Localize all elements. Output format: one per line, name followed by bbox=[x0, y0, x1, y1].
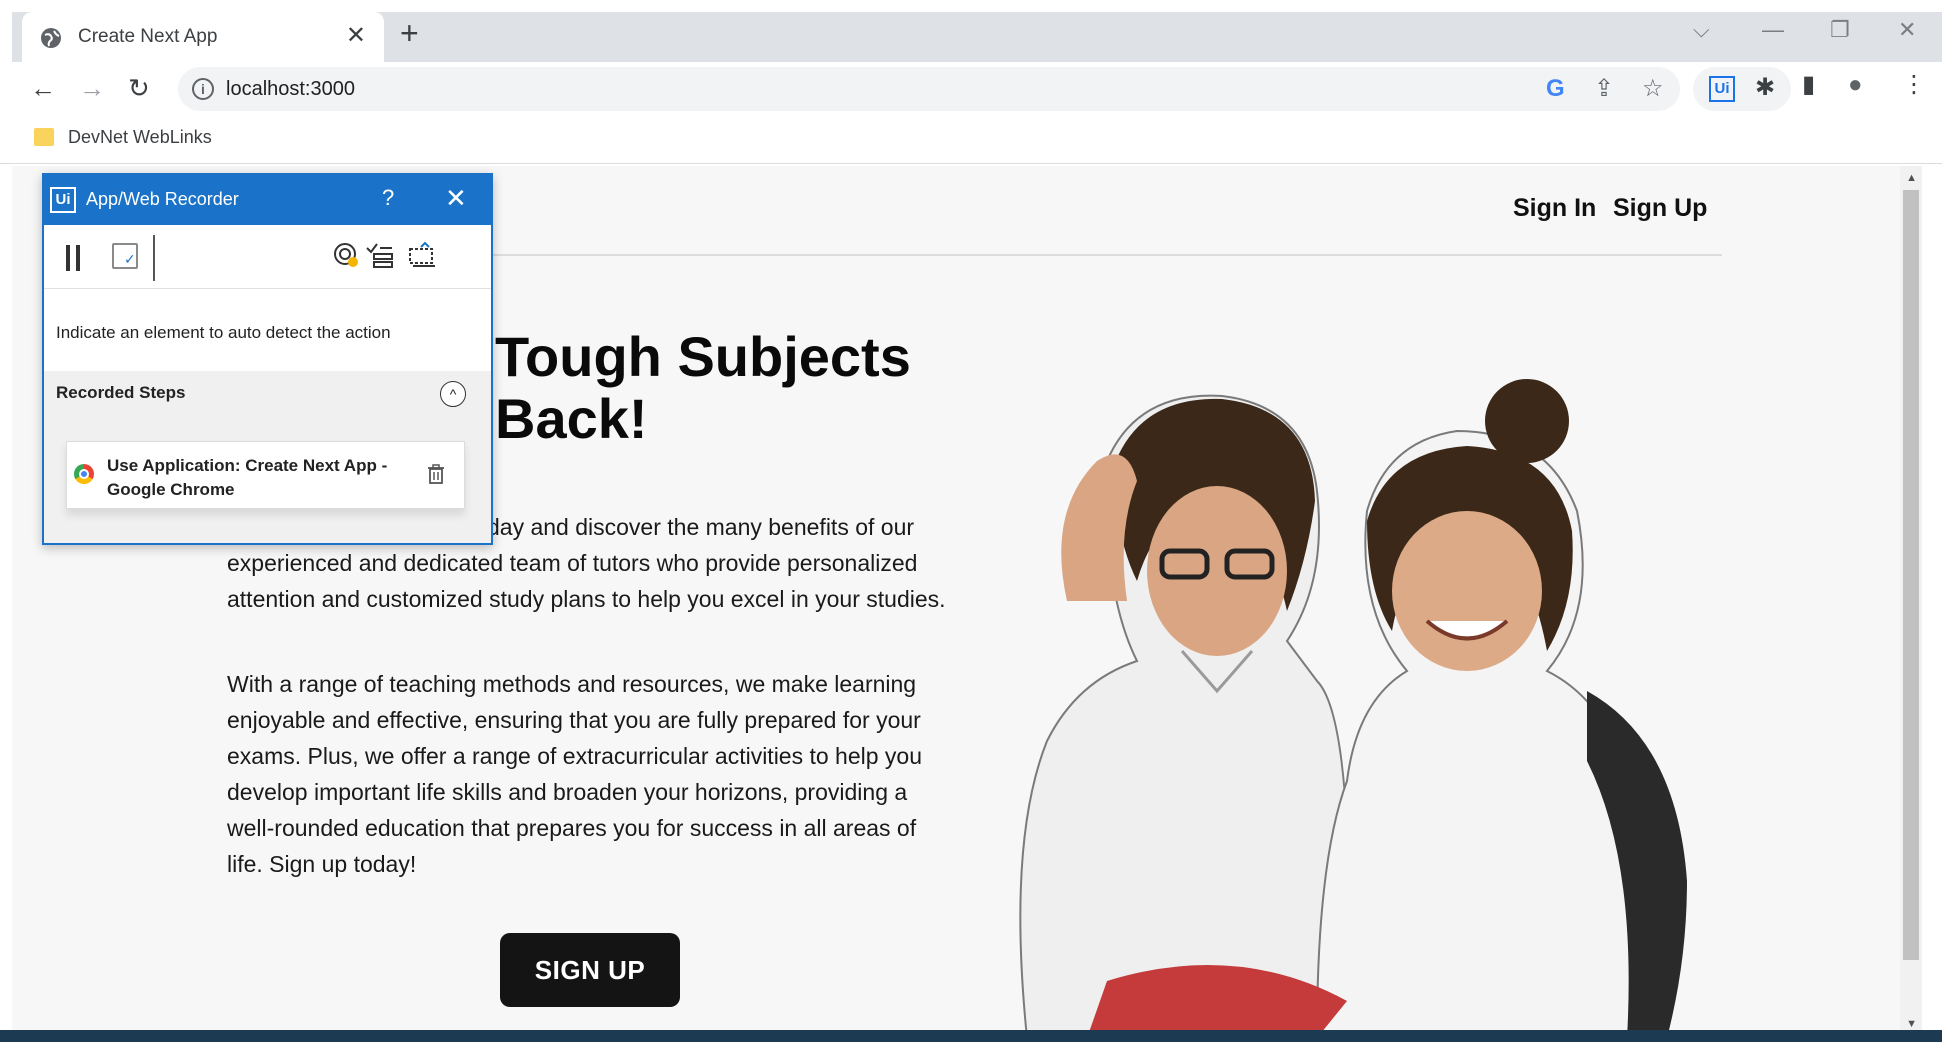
reload-icon[interactable]: ↻ bbox=[128, 74, 150, 102]
help-icon[interactable]: ? bbox=[382, 185, 394, 211]
tab-title: Create Next App bbox=[78, 26, 218, 47]
scroll-down-icon[interactable]: ▼ bbox=[1906, 1018, 1917, 1030]
chrome-icon bbox=[74, 464, 94, 484]
google-icon[interactable]: G bbox=[1546, 76, 1565, 102]
hero-paragraph-2: With a range of teaching methods and res… bbox=[227, 671, 923, 877]
folder-icon bbox=[34, 128, 54, 146]
toolbar-separator bbox=[153, 235, 155, 281]
collapse-chevron-up-icon[interactable]: ^ bbox=[440, 381, 466, 407]
delete-step-trash-icon[interactable] bbox=[427, 464, 445, 484]
chrome-menu-icon[interactable]: ⋮ bbox=[1902, 72, 1926, 98]
recorded-step-text: Use Application: Create Next App - Googl… bbox=[107, 456, 388, 499]
pause-icon[interactable] bbox=[66, 245, 80, 271]
globe-icon bbox=[41, 28, 61, 48]
bookmark-label: DevNet WebLinks bbox=[68, 127, 212, 147]
page-scrollbar[interactable]: ▲ ▼ bbox=[1900, 166, 1922, 1038]
extensions-puzzle-icon[interactable]: ✱ bbox=[1755, 75, 1775, 101]
tab-close-icon[interactable]: ✕ bbox=[346, 24, 366, 48]
recorded-step-item[interactable]: Use Application: Create Next App - Googl… bbox=[66, 441, 465, 509]
screen-capture-icon[interactable] bbox=[407, 241, 437, 269]
recorded-steps-title: Recorded Steps bbox=[56, 383, 186, 402]
app-web-recorder-window: Ui App/Web Recorder ? ✕ Indicate an elem… bbox=[42, 173, 493, 545]
tab-strip: Create Next App ✕ + ⌵ — ❐ ✕ bbox=[0, 0, 1942, 62]
profile-avatar-icon[interactable]: ● bbox=[1848, 72, 1863, 98]
side-panel-icon[interactable]: ▮ bbox=[1802, 72, 1815, 98]
extensions-group: Ui ✱ bbox=[1693, 67, 1791, 111]
save-and-exit-icon[interactable] bbox=[112, 243, 138, 269]
bookmarks-bar: DevNet WebLinks bbox=[0, 116, 1942, 164]
tab-create-next-app[interactable]: Create Next App ✕ bbox=[22, 12, 384, 62]
back-icon[interactable]: ← bbox=[30, 74, 56, 102]
recorded-steps-section: Recorded Steps ^ Use Application: Create… bbox=[44, 371, 491, 543]
uipath-logo-icon: Ui bbox=[50, 187, 76, 213]
bookmark-star-icon[interactable]: ☆ bbox=[1642, 76, 1664, 102]
restore-icon[interactable]: ❐ bbox=[1830, 18, 1850, 42]
recorder-title: App/Web Recorder bbox=[86, 189, 239, 209]
share-icon[interactable]: ⇪ bbox=[1594, 76, 1614, 102]
sign-up-button[interactable]: SIGN UP bbox=[500, 933, 680, 1007]
target-settings-icon[interactable] bbox=[332, 241, 360, 269]
address-bar[interactable]: i localhost:3000 G ⇪ ☆ bbox=[178, 67, 1680, 111]
uipath-extension-icon[interactable]: Ui bbox=[1709, 76, 1735, 102]
forward-icon[interactable]: → bbox=[79, 74, 105, 102]
scrollbar-thumb[interactable] bbox=[1903, 190, 1919, 960]
new-tab-icon[interactable]: + bbox=[400, 17, 419, 49]
sign-up-link[interactable]: Sign Up bbox=[1613, 194, 1707, 223]
scroll-up-icon[interactable]: ▲ bbox=[1906, 172, 1917, 184]
window-close-icon[interactable]: ✕ bbox=[1898, 18, 1916, 42]
sign-in-link[interactable]: Sign In bbox=[1513, 194, 1596, 223]
students-photo bbox=[1019, 379, 1687, 1038]
recorder-close-icon[interactable]: ✕ bbox=[445, 183, 467, 214]
recorder-toolbar bbox=[44, 225, 491, 289]
taskbar-edge bbox=[0, 1030, 1942, 1042]
address-url[interactable]: localhost:3000 bbox=[226, 78, 355, 101]
recorded-steps-list-icon[interactable] bbox=[364, 241, 394, 269]
tab-search-icon[interactable]: ⌵ bbox=[1693, 18, 1710, 42]
minimize-icon[interactable]: — bbox=[1762, 18, 1784, 42]
browser-toolbar: ← → ↻ i localhost:3000 G ⇪ ☆ Ui ✱ ▮ ● ⋮ bbox=[0, 62, 1942, 116]
recorder-title-bar[interactable]: Ui App/Web Recorder ? ✕ bbox=[44, 175, 491, 225]
recorder-hint: Indicate an element to auto detect the a… bbox=[56, 323, 391, 342]
site-info-icon[interactable]: i bbox=[192, 78, 214, 100]
